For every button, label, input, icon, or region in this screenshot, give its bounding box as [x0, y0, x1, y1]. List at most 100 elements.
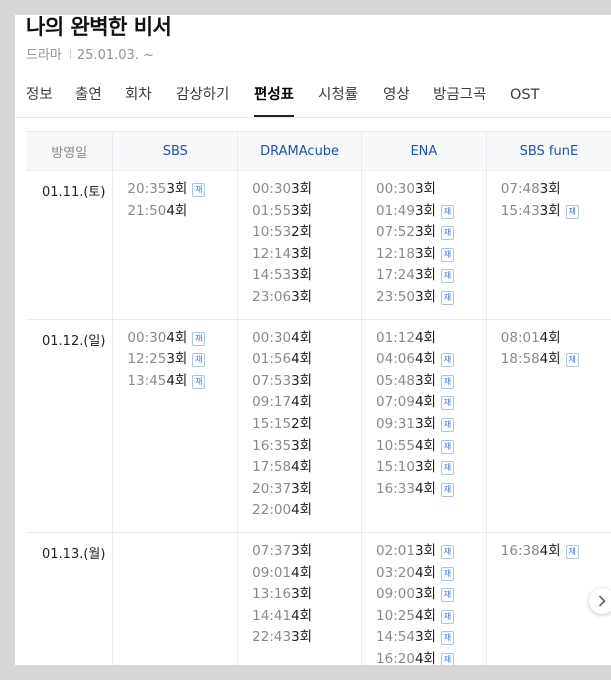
air-time: 15:15 [252, 415, 292, 432]
channel-schedule-cell: 00:304회 재 12:253회 재 13:454회 재 [112, 319, 238, 533]
episode-number[interactable]: 4회 [291, 330, 312, 346]
episode-number[interactable]: 3회 [291, 203, 312, 219]
tab-item[interactable]: 영상 [383, 85, 410, 115]
episode-number[interactable]: 4회 [166, 373, 187, 389]
schedule-table-viewport[interactable]: 방영일 SBS DRAMAcube ENA SBS funE 01.11.(토)… [26, 131, 611, 665]
episode-number[interactable]: 3회 [291, 289, 312, 305]
episode-number[interactable]: 3회 [415, 543, 436, 559]
channel-header[interactable]: DRAMAcube [237, 131, 362, 171]
tab-item[interactable]: 방금그곡 [433, 85, 486, 115]
episode-number[interactable]: 3회 [415, 459, 436, 475]
air-time: 04:06 [376, 351, 415, 368]
channel-header[interactable]: ENA [361, 131, 487, 171]
episode-number[interactable]: 4회 [291, 459, 312, 475]
episode-number[interactable]: 4회 [415, 394, 436, 410]
air-time: 12:18 [376, 245, 415, 262]
tab-item[interactable]: OST [510, 85, 539, 115]
rerun-badge: 재 [440, 417, 454, 432]
rerun-badge: 재 [440, 566, 454, 581]
episode-number[interactable]: 4회 [415, 438, 436, 454]
episode-number[interactable]: 3회 [415, 246, 436, 262]
schedule-row: 01.13.(월) 07:373회 09:014회 13:163회 14:414회 22:… [26, 532, 611, 665]
episode-number[interactable]: 3회 [291, 438, 312, 454]
channel-schedule-cell: 20:353회 재 21:504회 [112, 170, 238, 320]
schedule-entry: 09:003회 재 [376, 584, 486, 606]
channel-schedule-cell: 00:304회 01:564회 07:533회 09:174회 15:152회 16:35… [237, 319, 362, 533]
episode-number[interactable]: 4회 [415, 481, 436, 497]
episode-number[interactable]: 3회 [415, 416, 436, 432]
episode-number[interactable]: 4회 [291, 394, 312, 410]
rerun-badge: 재 [565, 204, 579, 219]
episode-number[interactable]: 3회 [415, 267, 436, 283]
episode-number[interactable]: 3회 [291, 246, 312, 262]
schedule-entry: 01:553회 [252, 201, 361, 223]
episode-number[interactable]: 4회 [415, 351, 436, 367]
episode-number[interactable]: 4회 [166, 203, 187, 219]
episode-number[interactable]: 4회 [291, 608, 312, 624]
episode-number[interactable]: 3회 [415, 181, 436, 197]
air-time: 23:50 [376, 288, 415, 305]
tab-item[interactable]: 시청률 [318, 85, 358, 115]
rerun-badge: 재 [565, 544, 579, 559]
episode-number[interactable]: 2회 [291, 224, 312, 240]
tab-item[interactable]: 정보 [26, 85, 53, 115]
episode-number[interactable]: 4회 [415, 330, 436, 346]
scroll-right-button[interactable] [589, 588, 611, 614]
episode-number[interactable]: 3회 [415, 586, 436, 602]
air-time: 01:56 [252, 351, 292, 368]
air-time: 00:30 [376, 181, 415, 197]
episode-number[interactable]: 3회 [415, 373, 436, 389]
rerun-badge: 재 [440, 290, 454, 305]
tab-item[interactable]: 편성표 [254, 85, 295, 117]
episode-number[interactable]: 4회 [540, 543, 561, 559]
episode-number[interactable]: 2회 [291, 416, 312, 432]
schedule-entry: 03:204회 재 [376, 563, 486, 585]
tab-item[interactable]: 감상하기 [176, 85, 229, 115]
episode-number[interactable]: 3회 [291, 543, 312, 559]
episode-number[interactable]: 3회 [291, 267, 312, 283]
rerun-badge: 재 [192, 353, 206, 368]
air-time: 09:17 [252, 394, 292, 411]
schedule-entry: 10:554회 재 [376, 436, 486, 458]
channel-header[interactable]: SBS funE [485, 131, 611, 171]
episode-number[interactable]: 3회 [415, 629, 436, 645]
schedule-entry: 23:063회 [252, 287, 361, 309]
schedule-entry: 12:143회 [252, 244, 361, 266]
schedule-entry: 20:373회 [252, 479, 361, 501]
episode-number[interactable]: 3회 [166, 181, 187, 197]
rerun-badge: 재 [440, 482, 454, 497]
episode-number[interactable]: 3회 [415, 289, 436, 305]
schedule-entry: 22:433회 [252, 627, 361, 649]
tab-item[interactable]: 출연 [75, 85, 102, 115]
episode-number[interactable]: 4회 [291, 502, 312, 518]
channel-header[interactable]: SBS [112, 131, 238, 171]
episode-number[interactable]: 3회 [291, 481, 312, 497]
air-date: 25.01.03. ~ [76, 48, 154, 63]
episode-number[interactable]: 3회 [291, 586, 312, 602]
episode-number[interactable]: 3회 [540, 203, 561, 219]
air-time: 07:48 [500, 181, 540, 197]
episode-number[interactable]: 4회 [540, 351, 561, 367]
episode-number[interactable]: 3회 [415, 203, 436, 219]
episode-number[interactable]: 3회 [540, 181, 561, 197]
schedule-entry: 12:183회 재 [376, 244, 486, 266]
episode-number[interactable]: 3회 [415, 224, 436, 240]
episode-number[interactable]: 3회 [291, 629, 312, 645]
schedule-header-row: 방영일 SBS DRAMAcube ENA SBS funE [26, 131, 611, 171]
rerun-badge: 재 [440, 631, 454, 646]
episode-number[interactable]: 4회 [291, 351, 312, 367]
episode-number[interactable]: 3회 [291, 181, 312, 197]
tab-item[interactable]: 회차 [125, 85, 152, 115]
episode-number[interactable]: 3회 [166, 351, 187, 367]
schedule-entry: 21:504회 [127, 201, 237, 223]
episode-number[interactable]: 4회 [415, 608, 436, 624]
episode-number[interactable]: 3회 [291, 373, 312, 389]
air-time: 21:50 [127, 202, 167, 219]
episode-number[interactable]: 4회 [415, 651, 436, 665]
episode-number[interactable]: 4회 [415, 565, 436, 581]
episode-number[interactable]: 4회 [291, 565, 312, 581]
rerun-badge: 재 [440, 461, 454, 476]
rerun-badge: 재 [440, 396, 454, 411]
episode-number[interactable]: 4회 [166, 330, 187, 346]
episode-number[interactable]: 4회 [540, 330, 561, 346]
